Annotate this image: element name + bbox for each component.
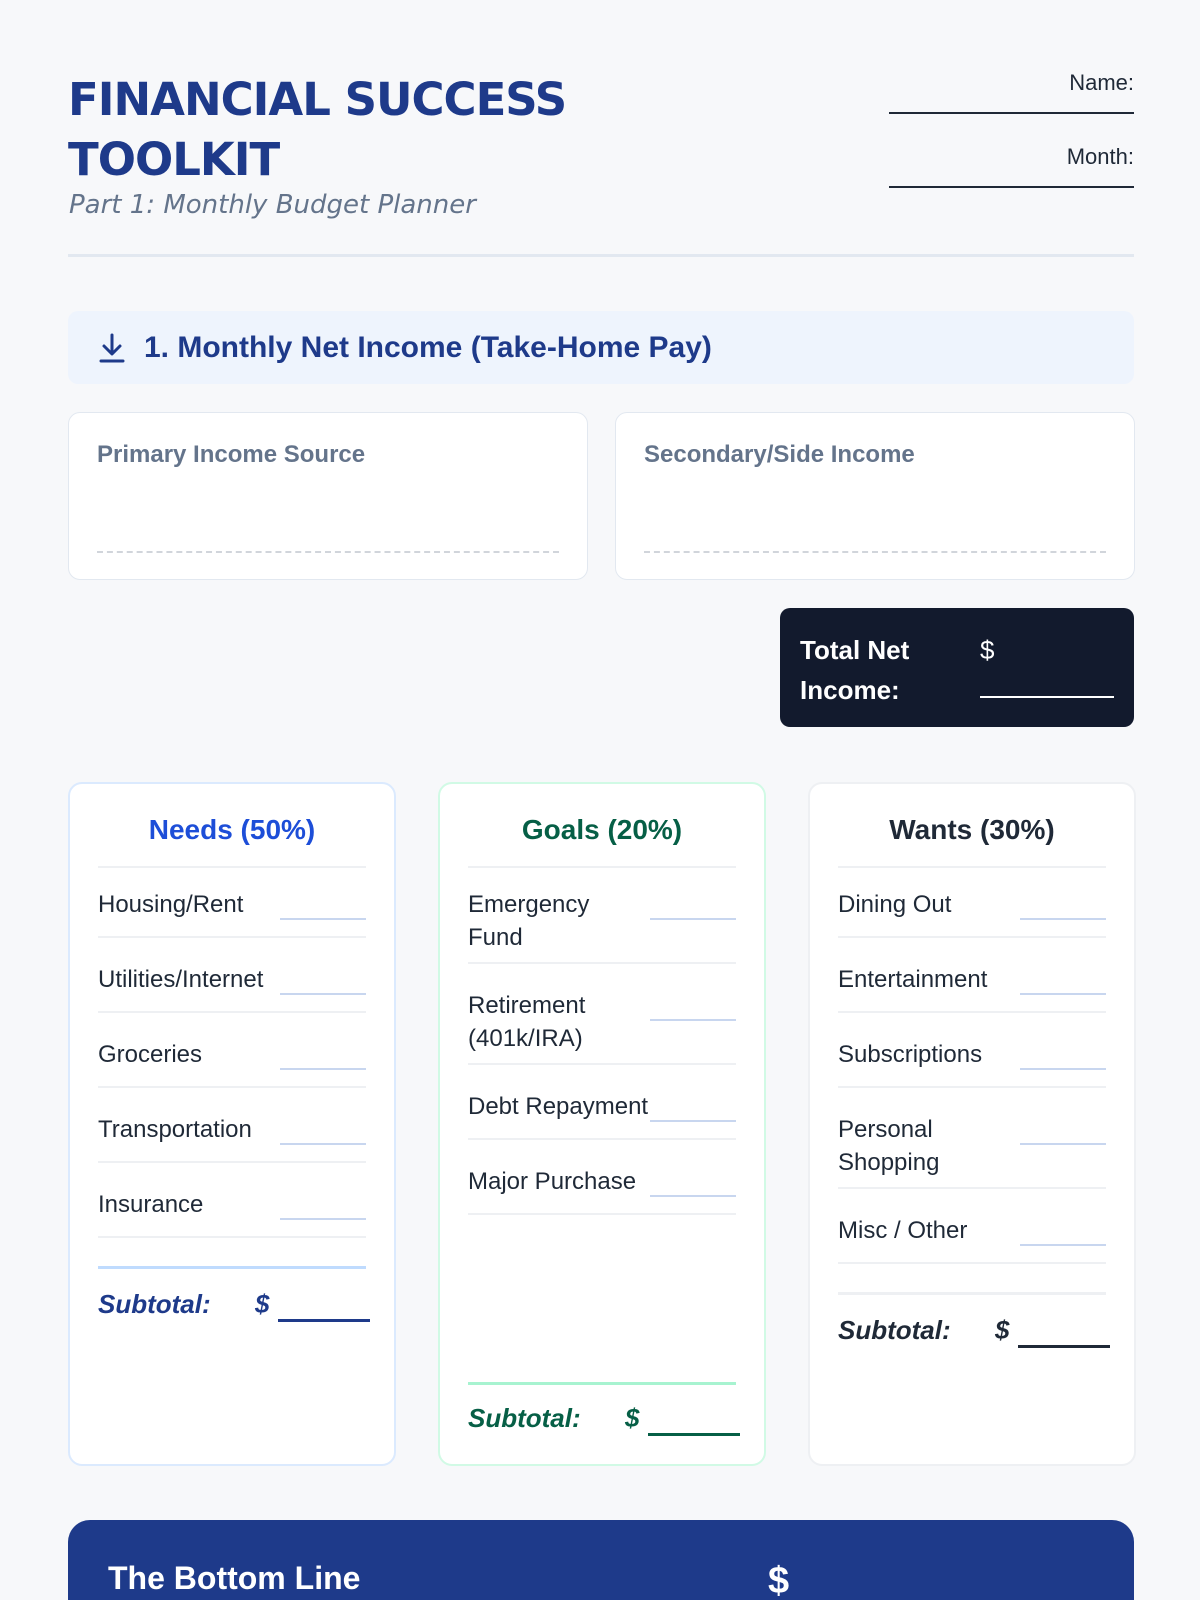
title-line-2: TOOLKIT (68, 133, 280, 186)
item-label: Insurance (98, 1191, 204, 1218)
subtotal-label: Subtotal: (98, 1289, 211, 1319)
needs-column: Needs (50%) Housing/Rent Utilities/Inter… (68, 782, 396, 1466)
goals-column: Goals (20%) Emergency Fund Retirement (4… (438, 782, 766, 1466)
subtotal-blank-line[interactable] (648, 1433, 740, 1436)
item-label: Utilities/Internet (98, 966, 264, 993)
item-blank-line[interactable] (1020, 1143, 1106, 1145)
income-section-title: 1. Monthly Net Income (Take-Home Pay) (144, 330, 712, 364)
wants-subtotal-rule (838, 1292, 1106, 1295)
bottom-line-currency: $ (768, 1560, 790, 1600)
list-item[interactable]: Entertainment (838, 963, 1106, 1013)
item-blank-line[interactable] (280, 1143, 366, 1145)
list-item[interactable]: Major Purchase (468, 1165, 736, 1215)
item-blank-line[interactable] (280, 918, 366, 920)
item-blank-line[interactable] (280, 993, 366, 995)
list-item[interactable]: Personal Shopping (838, 1113, 1106, 1189)
goals-subtotal[interactable]: Subtotal: $ (468, 1403, 740, 1437)
subtotal-blank-line[interactable] (278, 1319, 370, 1322)
name-blank-line[interactable] (889, 112, 1134, 114)
subtotal-currency: $ (625, 1403, 640, 1433)
item-label: Housing/Rent (98, 891, 244, 918)
total-net-income-label: Total Net Income: (800, 635, 910, 705)
item-label: Major Purchase (468, 1168, 637, 1195)
month-field[interactable]: Month: (884, 142, 1134, 216)
item-label: Misc / Other (838, 1217, 968, 1244)
wants-title: Wants (30%) (838, 814, 1106, 868)
list-item[interactable]: Utilities/Internet (98, 963, 366, 1013)
goals-subtotal-rule (468, 1382, 736, 1385)
list-item[interactable]: Emergency Fund (468, 888, 736, 964)
list-item[interactable]: Groceries (98, 1038, 366, 1088)
item-blank-line[interactable] (280, 1218, 366, 1220)
item-blank-line[interactable] (1020, 993, 1106, 995)
secondary-income-card[interactable]: Secondary/Side Income (615, 412, 1135, 580)
wants-subtotal[interactable]: Subtotal: $ (838, 1315, 1110, 1349)
subtotal-currency: $ (995, 1315, 1010, 1345)
item-blank-line[interactable] (280, 1068, 366, 1070)
page-subtitle: Part 1: Monthly Budget Planner (69, 190, 476, 220)
item-label: Personal Shopping (838, 1116, 940, 1176)
subtotal-currency: $ (255, 1289, 270, 1319)
item-blank-line[interactable] (1020, 918, 1106, 920)
needs-subtotal-rule (98, 1266, 366, 1269)
primary-income-line[interactable] (97, 551, 559, 553)
item-label: Subscriptions (838, 1041, 983, 1068)
header-divider (68, 254, 1134, 257)
item-label: Retirement (401k/IRA) (468, 992, 586, 1052)
item-blank-line[interactable] (1020, 1244, 1106, 1246)
budget-planner-page: FINANCIAL SUCCESS TOOLKIT Part 1: Monthl… (0, 0, 1200, 1600)
name-label: Name: (1069, 70, 1134, 95)
subtotal-blank-line[interactable] (1018, 1345, 1110, 1348)
item-label: Debt Repayment (468, 1093, 649, 1120)
page-title: FINANCIAL SUCCESS TOOLKIT (68, 70, 708, 190)
goals-title: Goals (20%) (468, 814, 736, 868)
list-item[interactable]: Housing/Rent (98, 888, 366, 938)
item-label: Groceries (98, 1041, 203, 1068)
list-item[interactable]: Dining Out (838, 888, 1106, 938)
list-item[interactable]: Insurance (98, 1188, 366, 1238)
month-blank-line[interactable] (889, 186, 1134, 188)
download-arrow-icon (99, 333, 125, 362)
total-blank-line[interactable] (980, 696, 1114, 698)
list-item[interactable]: Retirement (401k/IRA) (468, 989, 736, 1065)
item-label: Transportation (98, 1116, 252, 1143)
secondary-income-label: Secondary/Side Income (644, 441, 915, 468)
item-label: Emergency Fund (468, 891, 590, 951)
needs-subtotal[interactable]: Subtotal: $ (98, 1289, 370, 1323)
total-net-income-box: Total Net Income: $ (780, 608, 1134, 727)
item-blank-line[interactable] (650, 918, 736, 920)
income-section-banner: 1. Monthly Net Income (Take-Home Pay) (68, 311, 1134, 384)
secondary-income-line[interactable] (644, 551, 1106, 553)
bottom-line-title: The Bottom Line (108, 1560, 361, 1596)
item-blank-line[interactable] (1020, 1068, 1106, 1070)
list-item[interactable]: Transportation (98, 1113, 366, 1163)
name-field[interactable]: Name: (884, 68, 1134, 142)
item-blank-line[interactable] (650, 1195, 736, 1197)
item-label: Entertainment (838, 966, 988, 993)
meta-fields: Name: Month: (884, 68, 1134, 216)
title-line-1: FINANCIAL SUCCESS (68, 73, 567, 126)
item-label: Dining Out (838, 891, 952, 918)
bottom-line-panel: The Bottom Line $ (68, 1520, 1134, 1600)
list-item[interactable]: Debt Repayment (468, 1090, 736, 1140)
primary-income-card[interactable]: Primary Income Source (68, 412, 588, 580)
item-blank-line[interactable] (650, 1019, 736, 1021)
wants-column: Wants (30%) Dining Out Entertainment Sub… (808, 782, 1136, 1466)
list-item[interactable]: Subscriptions (838, 1038, 1106, 1088)
list-item[interactable]: Misc / Other (838, 1214, 1106, 1264)
needs-title: Needs (50%) (98, 814, 366, 868)
item-blank-line[interactable] (650, 1120, 736, 1122)
subtotal-label: Subtotal: (468, 1403, 581, 1433)
total-currency-sign: $ (980, 635, 995, 665)
month-label: Month: (1066, 144, 1134, 169)
subtotal-label: Subtotal: (838, 1315, 951, 1345)
primary-income-label: Primary Income Source (97, 441, 366, 468)
